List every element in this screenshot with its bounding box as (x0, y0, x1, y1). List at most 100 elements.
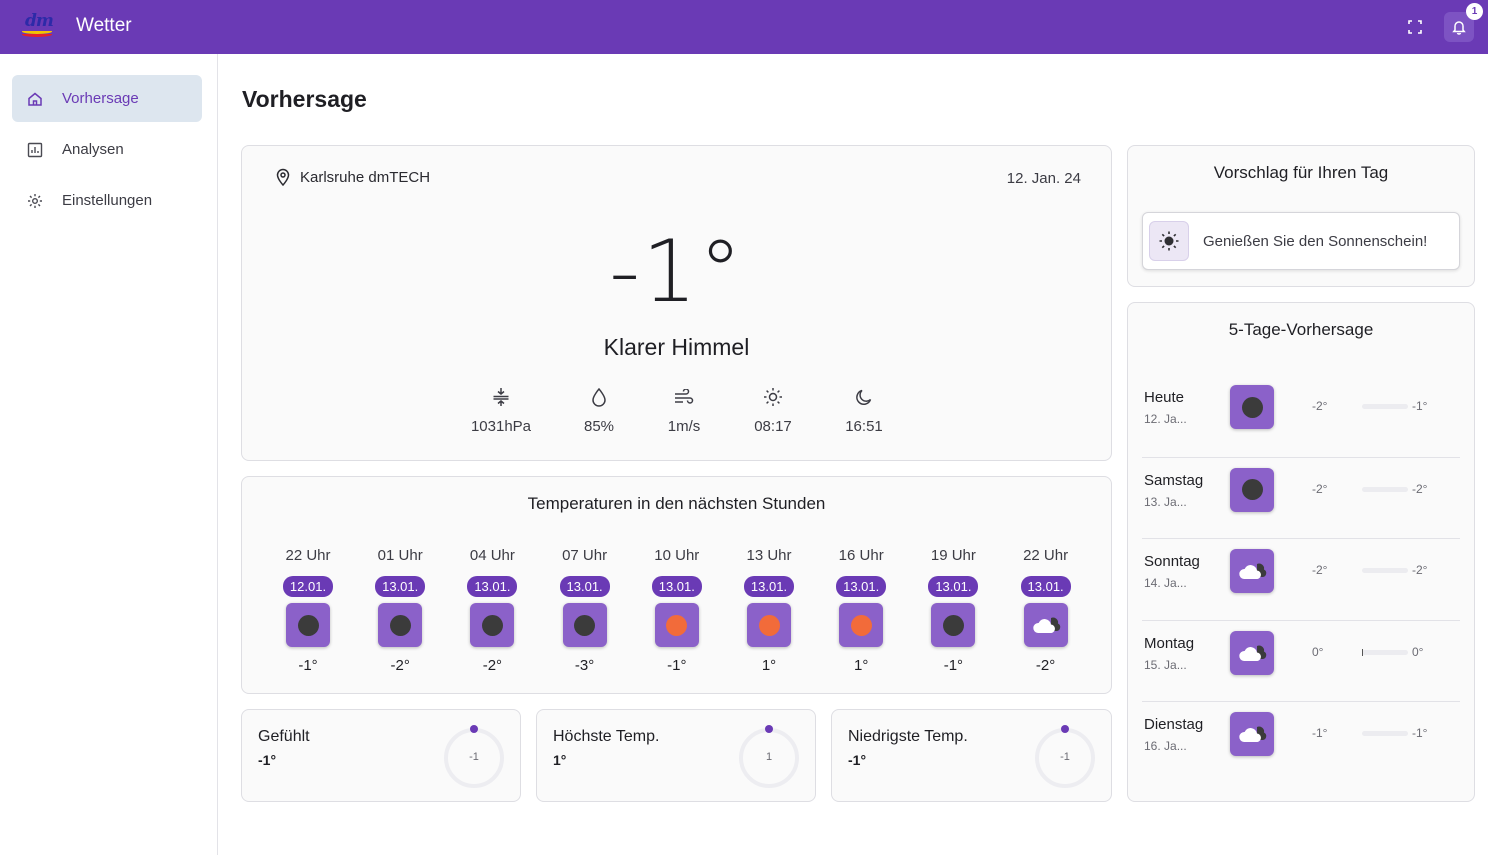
hour-temp: -1° (943, 657, 964, 674)
hour-temp: -2° (1035, 657, 1056, 674)
page-title: Vorhersage (242, 86, 367, 112)
moon-icon (574, 614, 596, 636)
date-badge: 13.01. (744, 576, 794, 597)
weather-icon-tile (1023, 603, 1068, 647)
temp-range-bar (1362, 404, 1408, 409)
hour-label: 13 Uhr (746, 547, 792, 564)
hourly-item: 22 Uhr 13.01. -2° (1014, 547, 1078, 674)
location-pin-icon (276, 168, 290, 186)
hour-temp: -1° (298, 657, 318, 674)
app-title: Wetter (76, 15, 132, 36)
date-badge: 13.01. (467, 576, 518, 597)
forecast-day: Sonntag (1144, 553, 1200, 570)
sunrise-icon (723, 384, 823, 410)
hourly-item: 19 Uhr 13.01. -1° (921, 547, 985, 674)
hourly-item: 01 Uhr 13.01. -2° (368, 547, 432, 674)
forecast-date: 14. Ja... (1144, 576, 1187, 590)
forecast-row: Sonntag 14. Ja... -2° -2° (1142, 538, 1460, 619)
weather-icon-tile (1230, 712, 1274, 756)
forecast-max: 0° (1412, 644, 1424, 659)
fullscreen-button[interactable] (1400, 12, 1430, 42)
chart-icon (26, 141, 44, 159)
forecast-min: -2° (1312, 399, 1328, 413)
moon-icon (1241, 396, 1263, 418)
hour-label: 16 Uhr (838, 547, 884, 564)
moon-icon (481, 614, 503, 636)
forecast-row: Heute 12. Ja... -2° -1° (1142, 375, 1460, 456)
hourly-item: 07 Uhr 13.01. -3° (553, 547, 617, 674)
wind-icon (634, 384, 734, 410)
min-temp-card: Niedrigste Temp. -1° -1 (831, 709, 1112, 802)
hour-temp: -3° (574, 657, 595, 674)
location: Karlsruhe dmTECH (276, 168, 430, 186)
max-temp-card: Höchste Temp. 1° 1 (536, 709, 816, 802)
forecast-row: Montag 15. Ja... 0° 0° (1142, 619, 1460, 701)
weather-icon-tile (286, 603, 330, 647)
temp-range-bar (1362, 486, 1408, 492)
location-name: Karlsruhe dmTECH (300, 168, 431, 186)
forecast-day: Dienstag (1144, 716, 1204, 733)
forecast-row: Samstag 13. Ja... -2° -2° (1142, 456, 1460, 538)
cloud-icon (1239, 726, 1267, 742)
gauge-value: 1 (765, 751, 773, 763)
hourly-item: 16 Uhr 13.01. 1° (829, 547, 893, 674)
feels-like-value: -1° (258, 752, 277, 768)
moon-icon (942, 614, 964, 636)
date-badge: 13.01. (651, 576, 702, 597)
pressure-icon (451, 384, 551, 410)
hourly-item: 13 Uhr 13.01. 1° (737, 547, 801, 674)
weather-icon-tile (470, 603, 515, 647)
moon-icon (297, 614, 319, 636)
forecast-card: 5-Tage-Vorhersage Heute 12. Ja... -2° -1° Sa… (1127, 302, 1475, 802)
temp-range-bar (1362, 648, 1408, 656)
fullscreen-icon (1408, 20, 1422, 34)
date-badge: 13.01. (836, 576, 887, 597)
feels-like-label: Gefühlt (258, 728, 310, 745)
forecast-max: -1° (1412, 726, 1428, 740)
temp-range-bar (1362, 731, 1408, 736)
notification-badge: 1 (1466, 3, 1483, 20)
forecast-max: -1° (1412, 399, 1428, 413)
current-weather-card: Karlsruhe dmTECH 12. Jan. 24 -1° Klarer … (241, 145, 1112, 461)
forecast-max: -2° (1412, 563, 1428, 577)
hour-label: 01 Uhr (377, 547, 423, 564)
forecast-date: 12. Ja... (1144, 412, 1187, 426)
forecast-min: -2° (1312, 481, 1328, 496)
hourly-title: Temperaturen in den nächsten Stunden (527, 494, 826, 513)
stat-pressure: 1031hPa (451, 384, 551, 435)
moon-icon (1241, 479, 1263, 500)
current-temperature: -1° (609, 222, 744, 322)
date-badge: 13.01. (559, 576, 610, 597)
max-temp-label: Höchste Temp. (553, 728, 660, 745)
sun-icon (850, 614, 872, 636)
sun-icon (1149, 221, 1189, 261)
forecast-date: 13. Ja... (1144, 494, 1187, 509)
cloud-icon (1032, 617, 1060, 633)
hourly-card: Temperaturen in den nächsten Stunden 22 … (241, 476, 1112, 694)
hourly-item: 10 Uhr 13.01. -1° (645, 547, 709, 674)
weather-icon-tile (1230, 549, 1274, 593)
max-temp-value: 1° (553, 752, 567, 768)
sun-icon (758, 614, 780, 636)
gauge-value: -1 (469, 751, 479, 763)
sidebar-item-vorhersage[interactable]: Vorhersage (12, 75, 202, 122)
forecast-min: -1° (1312, 726, 1328, 740)
weather-icon-tile (654, 603, 699, 647)
hour-label: 22 Uhr (285, 547, 331, 564)
weather-icon-tile (747, 603, 791, 647)
hourly-item: 22 Uhr 12.01. -1° (276, 547, 340, 674)
weather-icon-tile (931, 603, 976, 647)
hour-temp: -2° (482, 657, 503, 674)
moon-icon (814, 384, 914, 410)
weather-icon-tile (839, 603, 884, 647)
sidebar-item-einstellungen[interactable]: Einstellungen (12, 177, 202, 224)
sidebar-item-analysen[interactable]: Analysen (12, 126, 202, 173)
stat-wind: 1m/s (634, 384, 734, 435)
suggestion-text: Genießen Sie den Sonnenschein! (1203, 232, 1428, 250)
weather-icon-tile (1230, 630, 1274, 675)
dm-logo[interactable]: dm (20, 11, 54, 40)
hour-label: 10 Uhr (654, 547, 700, 564)
sidebar-item-label: Analysen (62, 141, 124, 158)
suggestion-item[interactable]: Genießen Sie den Sonnenschein! (1142, 212, 1460, 270)
hour-temp: -2° (390, 657, 410, 674)
